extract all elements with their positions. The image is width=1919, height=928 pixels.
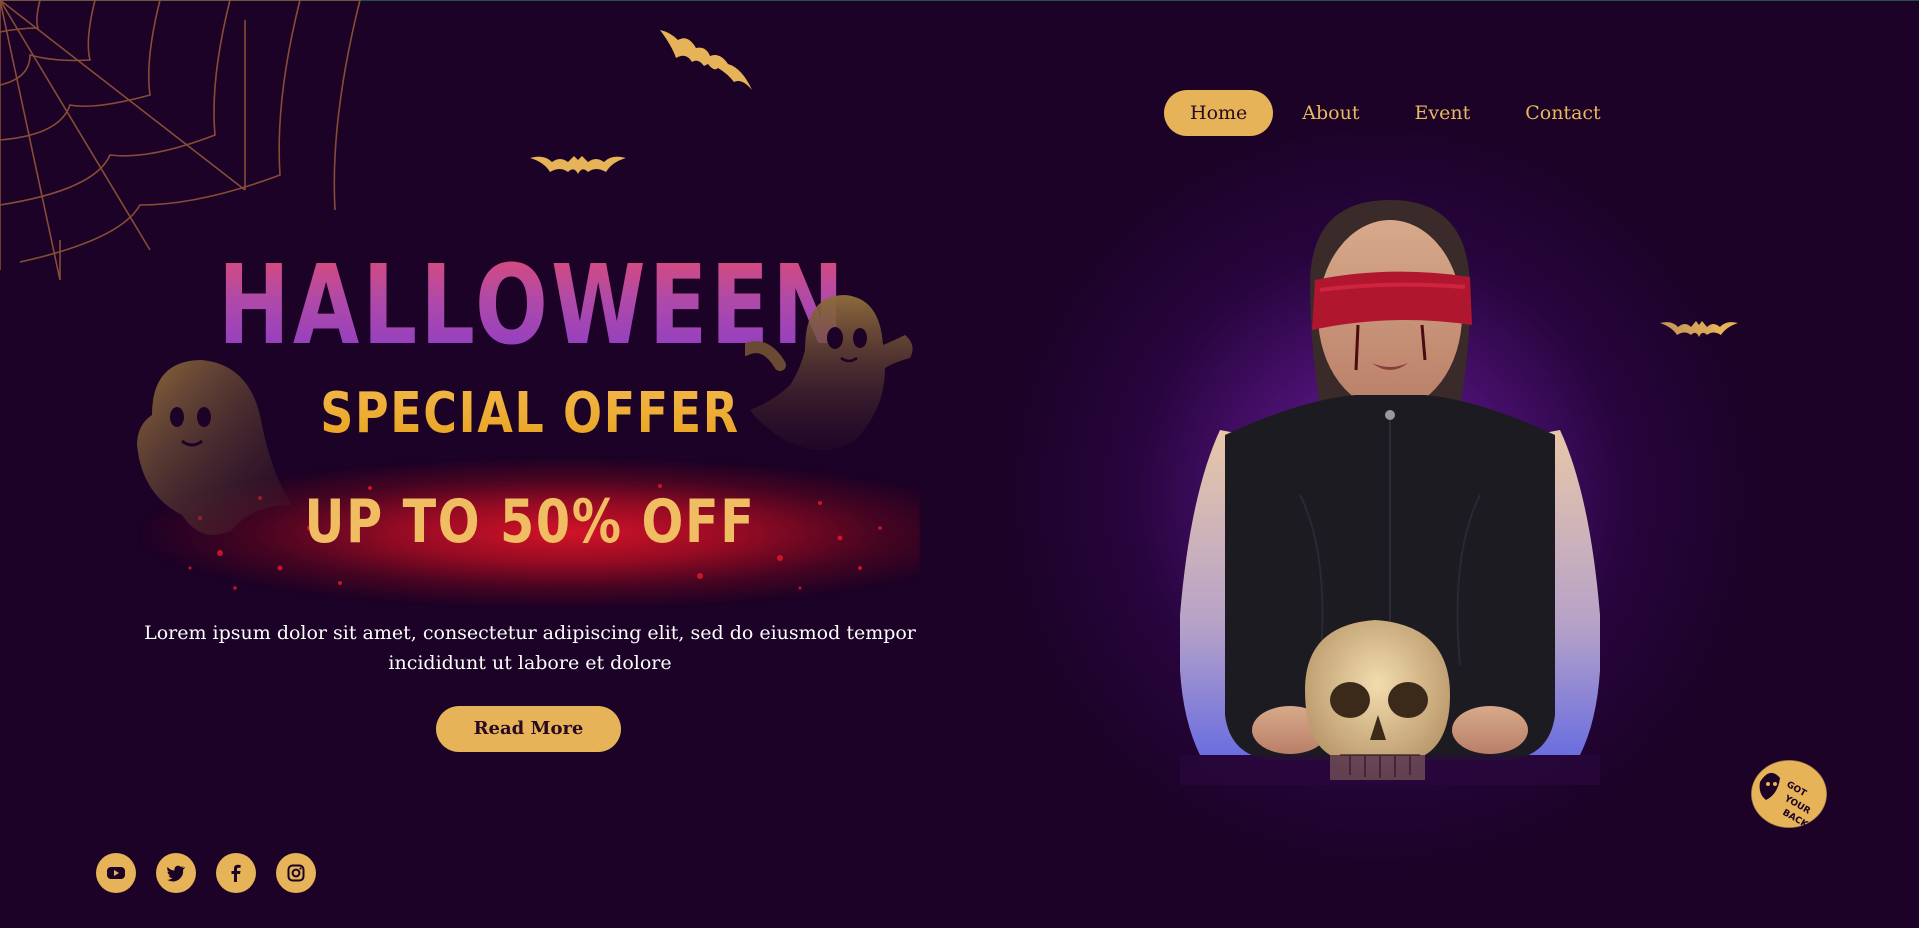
landing-page: Home About Event Contact HALLOWEEN SPECI… [0, 0, 1919, 928]
read-more-button[interactable]: Read More [436, 706, 621, 752]
instagram-icon [287, 864, 305, 882]
bat-icon [530, 156, 626, 174]
nav-item-contact[interactable]: Contact [1499, 90, 1626, 136]
got-your-back-badge-icon[interactable]: GOT YOUR BACK [1748, 756, 1830, 832]
facebook-icon [231, 864, 241, 882]
bat-icon [660, 30, 752, 90]
social-links [96, 853, 336, 893]
nav-item-about[interactable]: About [1276, 90, 1385, 136]
hero-description: Lorem ipsum dolor sit amet, consectetur … [144, 622, 916, 674]
youtube-icon [107, 867, 125, 879]
main-nav: Home About Event Contact [1164, 90, 1630, 136]
facebook-link[interactable] [216, 853, 256, 893]
blindfolded-woman-with-skull-image [1180, 200, 1600, 785]
hero-offer: UP TO 50% OFF [304, 487, 756, 557]
youtube-link[interactable] [96, 853, 136, 893]
twitter-icon [167, 865, 185, 882]
twitter-link[interactable] [156, 853, 196, 893]
nav-item-home[interactable]: Home [1164, 90, 1274, 136]
nav-item-event[interactable]: Event [1388, 90, 1496, 136]
ghost-icon-left [137, 360, 292, 535]
instagram-link[interactable] [276, 853, 316, 893]
ghost-icon-right [745, 295, 913, 450]
